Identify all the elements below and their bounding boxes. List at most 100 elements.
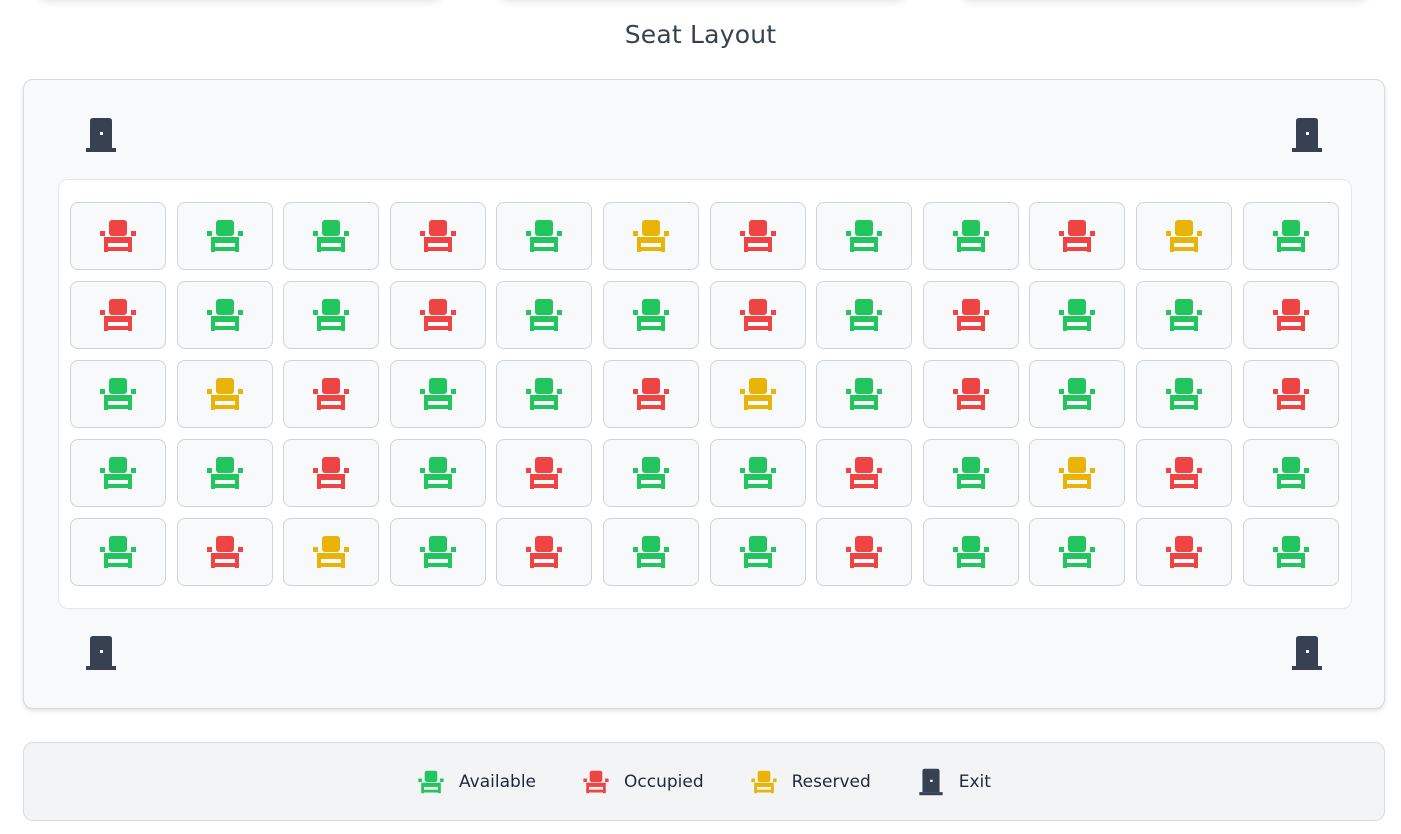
seat-occupied[interactable] [1135, 439, 1232, 507]
seat-reserved[interactable] [1029, 439, 1126, 507]
seat-reserved[interactable] [602, 202, 699, 270]
seat-reserved[interactable] [1135, 202, 1232, 270]
seat-occupied[interactable] [1135, 518, 1232, 586]
seat-available[interactable] [816, 202, 913, 270]
seat-available[interactable] [1242, 439, 1339, 507]
armchair-icon [205, 534, 245, 570]
armchair-icon [750, 768, 778, 796]
legend-item-occupied: Occupied [582, 768, 704, 796]
seat-occupied[interactable] [602, 360, 699, 428]
seat-available[interactable] [816, 281, 913, 349]
legend-label-occupied: Occupied [624, 771, 704, 792]
legend-item-available: Available [417, 768, 536, 796]
seat-occupied[interactable] [816, 518, 913, 586]
armchair-icon [418, 455, 458, 491]
armchair-icon [1057, 534, 1097, 570]
armchair-icon [311, 218, 351, 254]
armchair-icon [631, 455, 671, 491]
seat-available[interactable] [496, 281, 593, 349]
armchair-icon [631, 297, 671, 333]
armchair-icon [631, 534, 671, 570]
seat-occupied[interactable] [709, 281, 806, 349]
armchair-icon [524, 218, 564, 254]
seat-available[interactable] [816, 360, 913, 428]
seat-available[interactable] [389, 518, 486, 586]
armchair-icon [524, 455, 564, 491]
seat-reserved[interactable] [176, 360, 273, 428]
armchair-icon [951, 376, 991, 412]
armchair-icon [1271, 534, 1311, 570]
seat-available[interactable] [283, 281, 380, 349]
seat-occupied[interactable] [283, 360, 380, 428]
legend-label-exit: Exit [958, 771, 991, 792]
seat-available[interactable] [1029, 281, 1126, 349]
seat-available[interactable] [389, 439, 486, 507]
armchair-icon [524, 534, 564, 570]
legend-item-exit: Exit [917, 768, 991, 796]
seat-available[interactable] [922, 518, 1019, 586]
seat-available[interactable] [922, 202, 1019, 270]
seat-occupied[interactable] [283, 439, 380, 507]
legend: Available Occupied Reserved Exit [23, 742, 1385, 821]
seat-occupied[interactable] [70, 281, 166, 349]
armchair-icon [205, 376, 245, 412]
armchair-icon [844, 297, 884, 333]
legend-label-reserved: Reserved [791, 771, 871, 792]
door-icon [917, 768, 945, 796]
seat-reserved[interactable] [709, 360, 806, 428]
seat-available[interactable] [602, 439, 699, 507]
seat-occupied[interactable] [496, 518, 593, 586]
seat-available[interactable] [176, 281, 273, 349]
seat-available[interactable] [70, 439, 166, 507]
seat-available[interactable] [602, 518, 699, 586]
seat-reserved[interactable] [283, 518, 380, 586]
seat-available[interactable] [496, 360, 593, 428]
seat-grid [70, 202, 1339, 586]
armchair-icon [844, 534, 884, 570]
seat-available[interactable] [1135, 281, 1232, 349]
armchair-icon [951, 218, 991, 254]
seat-occupied[interactable] [389, 281, 486, 349]
seat-available[interactable] [1029, 518, 1126, 586]
seat-occupied[interactable] [922, 281, 1019, 349]
legend-label-available: Available [459, 771, 536, 792]
seat-available[interactable] [709, 439, 806, 507]
seat-available[interactable] [1242, 518, 1339, 586]
seat-available[interactable] [70, 518, 166, 586]
armchair-icon [98, 297, 138, 333]
seat-occupied[interactable] [389, 202, 486, 270]
armchair-icon [1271, 297, 1311, 333]
armchair-icon [311, 534, 351, 570]
seat-occupied[interactable] [816, 439, 913, 507]
seat-available[interactable] [1242, 202, 1339, 270]
seat-occupied[interactable] [496, 439, 593, 507]
seat-occupied[interactable] [70, 202, 166, 270]
exit-door-icon [84, 635, 118, 671]
seat-available[interactable] [602, 281, 699, 349]
armchair-icon [951, 534, 991, 570]
seat-available[interactable] [709, 518, 806, 586]
seat-occupied[interactable] [1029, 202, 1126, 270]
armchair-icon [844, 376, 884, 412]
seat-occupied[interactable] [922, 360, 1019, 428]
armchair-icon [1271, 455, 1311, 491]
armchair-icon [631, 376, 671, 412]
armchair-icon [1164, 376, 1204, 412]
seat-available[interactable] [389, 360, 486, 428]
seat-occupied[interactable] [709, 202, 806, 270]
seat-available[interactable] [70, 360, 166, 428]
seat-available[interactable] [1135, 360, 1232, 428]
seat-available[interactable] [176, 202, 273, 270]
armchair-icon [311, 376, 351, 412]
seat-available[interactable] [922, 439, 1019, 507]
exit-door-icon [84, 117, 118, 153]
armchair-icon [311, 297, 351, 333]
seat-occupied[interactable] [1242, 360, 1339, 428]
seat-occupied[interactable] [176, 518, 273, 586]
seat-occupied[interactable] [1242, 281, 1339, 349]
armchair-icon [205, 297, 245, 333]
seat-available[interactable] [176, 439, 273, 507]
seat-available[interactable] [496, 202, 593, 270]
seat-available[interactable] [283, 202, 380, 270]
seat-available[interactable] [1029, 360, 1126, 428]
